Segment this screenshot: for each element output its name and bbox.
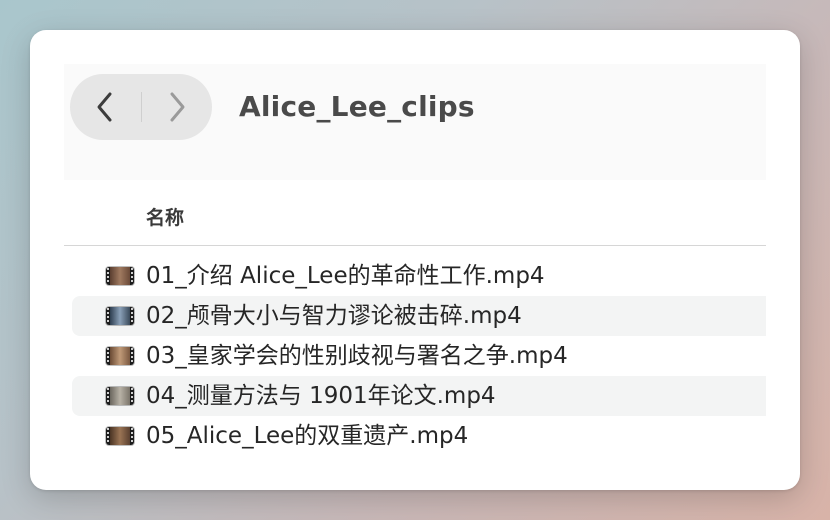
file-name: 04_测量方法与 1901年论文.mp4 — [146, 383, 496, 409]
file-list: 01_介绍 Alice_Lee的革命性工作.mp4 02_颅骨大小与智力谬论被击… — [64, 256, 766, 456]
thumbnail-image — [110, 307, 130, 325]
video-file-icon — [106, 387, 134, 405]
video-file-icon — [106, 427, 134, 445]
file-name: 01_介绍 Alice_Lee的革命性工作.mp4 — [146, 263, 545, 289]
file-name: 02_颅骨大小与智力谬论被击碎.mp4 — [146, 303, 522, 329]
thumbnail-image — [110, 347, 130, 365]
list-item[interactable]: 03_皇家学会的性别歧视与署名之争.mp4 — [72, 336, 766, 376]
column-header-name[interactable]: 名称 — [146, 203, 184, 230]
window-title: Alice_Lee_clips — [239, 90, 475, 123]
thumbnail-image — [110, 427, 130, 445]
header-divider — [64, 245, 766, 246]
thumbnail-image — [110, 267, 130, 285]
chevron-right-icon — [170, 92, 185, 122]
file-name: 03_皇家学会的性别歧视与署名之争.mp4 — [146, 343, 568, 369]
list-item[interactable]: 02_颅骨大小与智力谬论被击碎.mp4 — [72, 296, 766, 336]
toolbar: Alice_Lee_clips — [64, 64, 766, 180]
video-file-icon — [106, 307, 134, 325]
video-file-icon — [106, 267, 134, 285]
thumbnail-image — [110, 387, 130, 405]
file-name: 05_Alice_Lee的双重遗产.mp4 — [146, 423, 469, 449]
list-item[interactable]: 05_Alice_Lee的双重遗产.mp4 — [72, 416, 766, 456]
back-button[interactable] — [70, 74, 140, 140]
forward-button[interactable] — [142, 74, 212, 140]
video-file-icon — [106, 347, 134, 365]
navigation-buttons — [70, 74, 212, 140]
finder-content: Alice_Lee_clips 名称 01_介绍 Alice_Lee的革命性工作… — [64, 64, 766, 456]
list-item[interactable]: 04_测量方法与 1901年论文.mp4 — [72, 376, 766, 416]
finder-window: Alice_Lee_clips 名称 01_介绍 Alice_Lee的革命性工作… — [30, 30, 800, 490]
list-item[interactable]: 01_介绍 Alice_Lee的革命性工作.mp4 — [72, 256, 766, 296]
chevron-left-icon — [97, 92, 112, 122]
